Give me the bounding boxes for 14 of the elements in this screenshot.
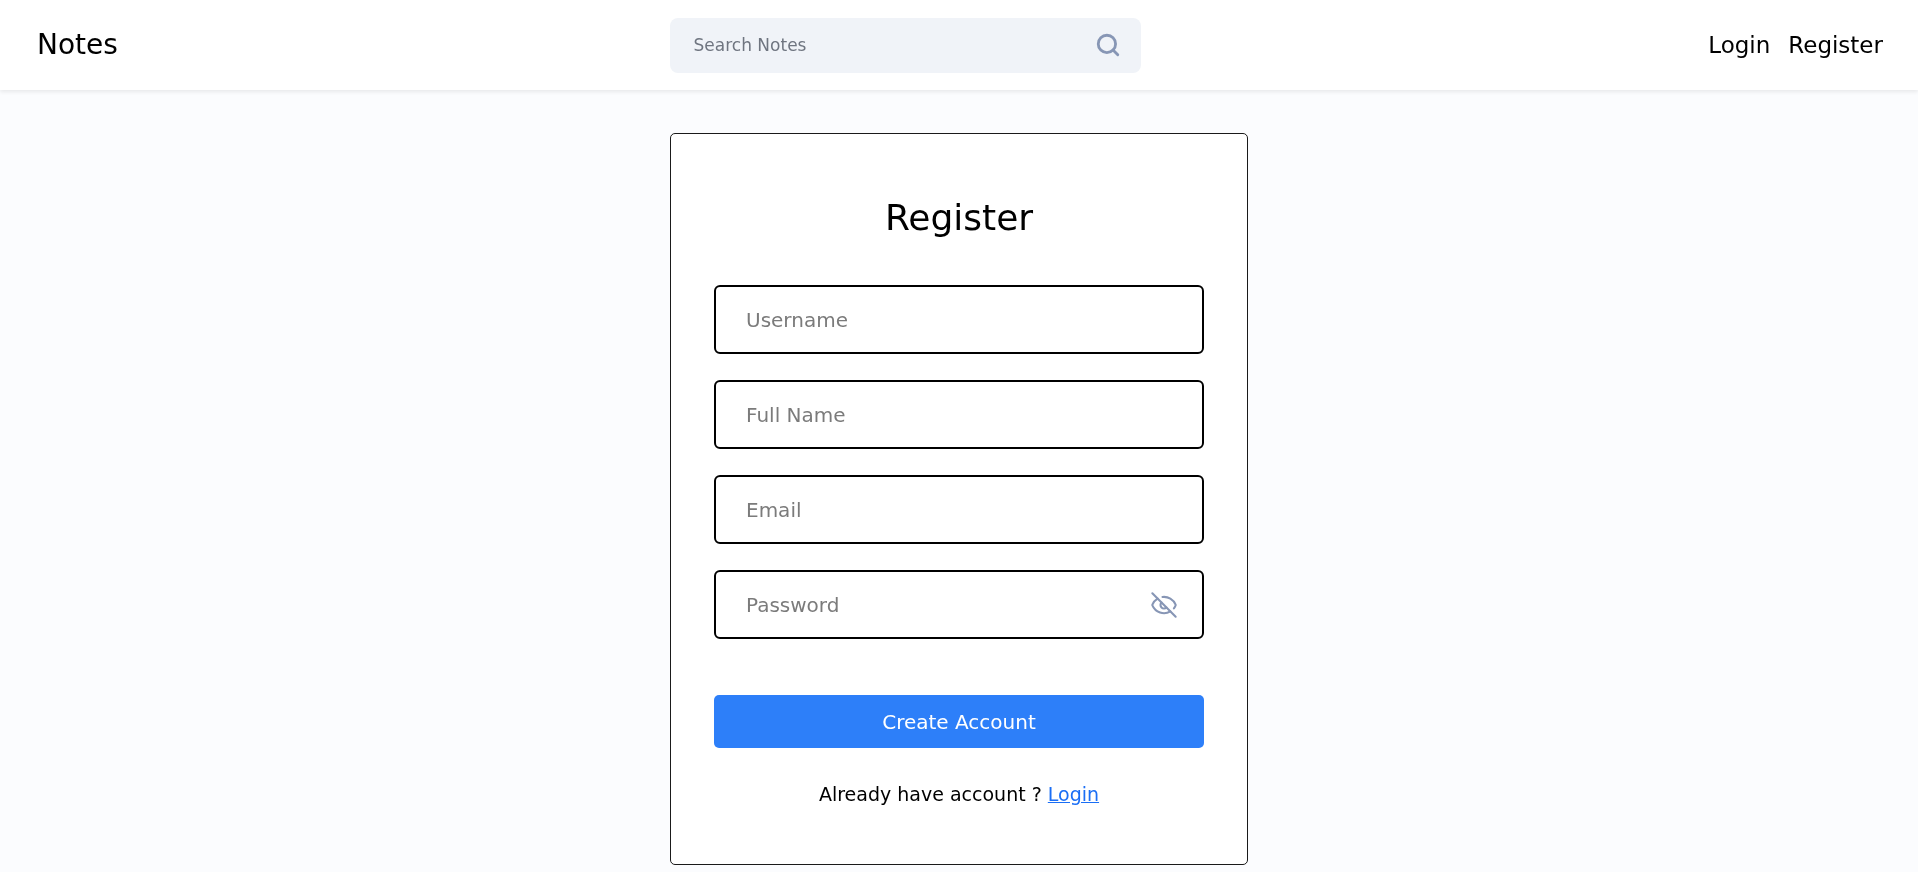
input-field[interactable]: Full Name [714,380,1204,449]
password-field[interactable]: Password [714,570,1204,639]
search-icon[interactable] [1094,32,1121,58]
create-account-button[interactable]: Create Account [714,695,1204,748]
nav-link[interactable]: Register [1788,30,1883,60]
input-field[interactable]: Email [714,475,1204,544]
form-title: Register [883,196,1035,240]
search-field[interactable]: Search Notes [669,17,1141,73]
login-prompt: Already have account ? Login [817,782,1101,807]
eye-slash-icon[interactable] [1150,590,1178,619]
login-link[interactable]: Login [1047,783,1100,805]
nav-link[interactable]: Login [1708,30,1771,60]
input-field[interactable]: Username [714,285,1204,354]
brand-title: Notes [37,27,118,63]
